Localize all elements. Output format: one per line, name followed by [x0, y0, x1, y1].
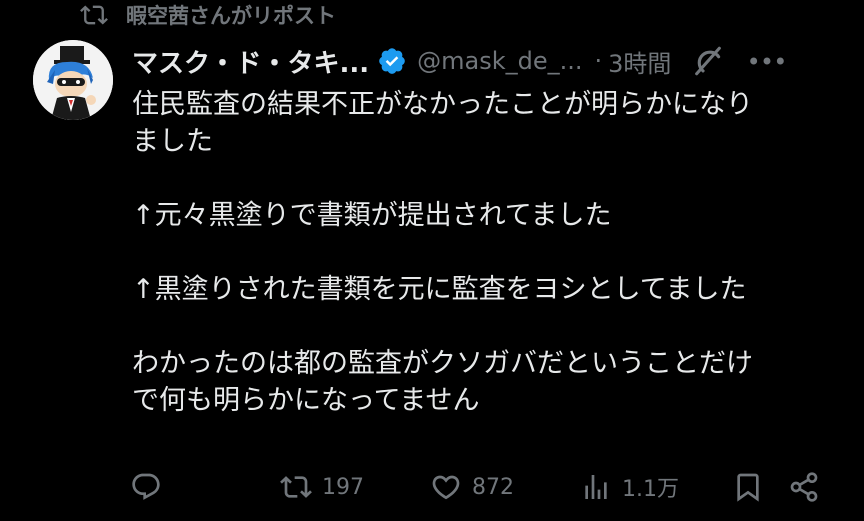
heart-icon	[432, 475, 460, 500]
verified-badge-icon[interactable]	[377, 46, 407, 76]
separator-dot: ·	[594, 47, 603, 75]
like-button[interactable]: 872	[430, 471, 580, 503]
tweet-text: 住民監査の結果不正がなかったことが明らかになり ました ↑元々黒塗りで書類が提出…	[132, 86, 832, 419]
share-icon	[790, 472, 818, 502]
like-count: 872	[472, 474, 514, 500]
action-bar: 197 872 1.1万	[130, 466, 840, 508]
tweet-line: ↑元々黒塗りで書類が提出されてました	[132, 200, 612, 231]
handle[interactable]: @mask_de_...	[417, 47, 582, 75]
views-icon	[585, 475, 607, 499]
tweet-line: で何も明らかになってません	[132, 385, 480, 416]
tweet-card: 暇空茜さんがリポスト マスク・ド・タキ... @mask_de_... · 3時…	[0, 0, 864, 521]
repost-icon	[80, 5, 108, 25]
timestamp[interactable]: 3時間	[608, 44, 671, 79]
tweet-line: 住民監査の結果不正がなかったことが明らかになり	[132, 89, 753, 120]
tweet-line: わかったのは都の監査がクソガバだということだけ	[132, 348, 753, 379]
repost-button[interactable]: 197	[280, 471, 430, 503]
bookmark-icon	[737, 473, 759, 502]
avatar[interactable]	[33, 40, 113, 120]
views-button[interactable]: 1.1万	[580, 471, 732, 503]
grok-icon[interactable]	[691, 44, 725, 78]
more-options-icon[interactable]	[747, 46, 787, 76]
repost-context-label: 暇空茜さんがリポスト	[126, 4, 336, 28]
display-name[interactable]: マスク・ド・タキ...	[132, 43, 369, 80]
repost-icon	[280, 476, 312, 498]
tweet-line: ました	[132, 126, 213, 157]
bookmark-button[interactable]	[732, 471, 788, 503]
repost-count: 197	[322, 474, 364, 500]
reply-button[interactable]	[130, 471, 280, 503]
share-button[interactable]	[788, 471, 838, 503]
avatar-illustration	[33, 40, 113, 120]
tweet-header: マスク・ド・タキ... @mask_de_... · 3時間	[132, 38, 832, 84]
views-count: 1.1万	[622, 477, 679, 502]
tweet-line: ↑黒塗りされた書類を元に監査をヨシとしてました	[132, 274, 747, 305]
repost-context[interactable]: 暇空茜さんがリポスト	[80, 0, 336, 30]
reply-icon	[132, 473, 160, 500]
